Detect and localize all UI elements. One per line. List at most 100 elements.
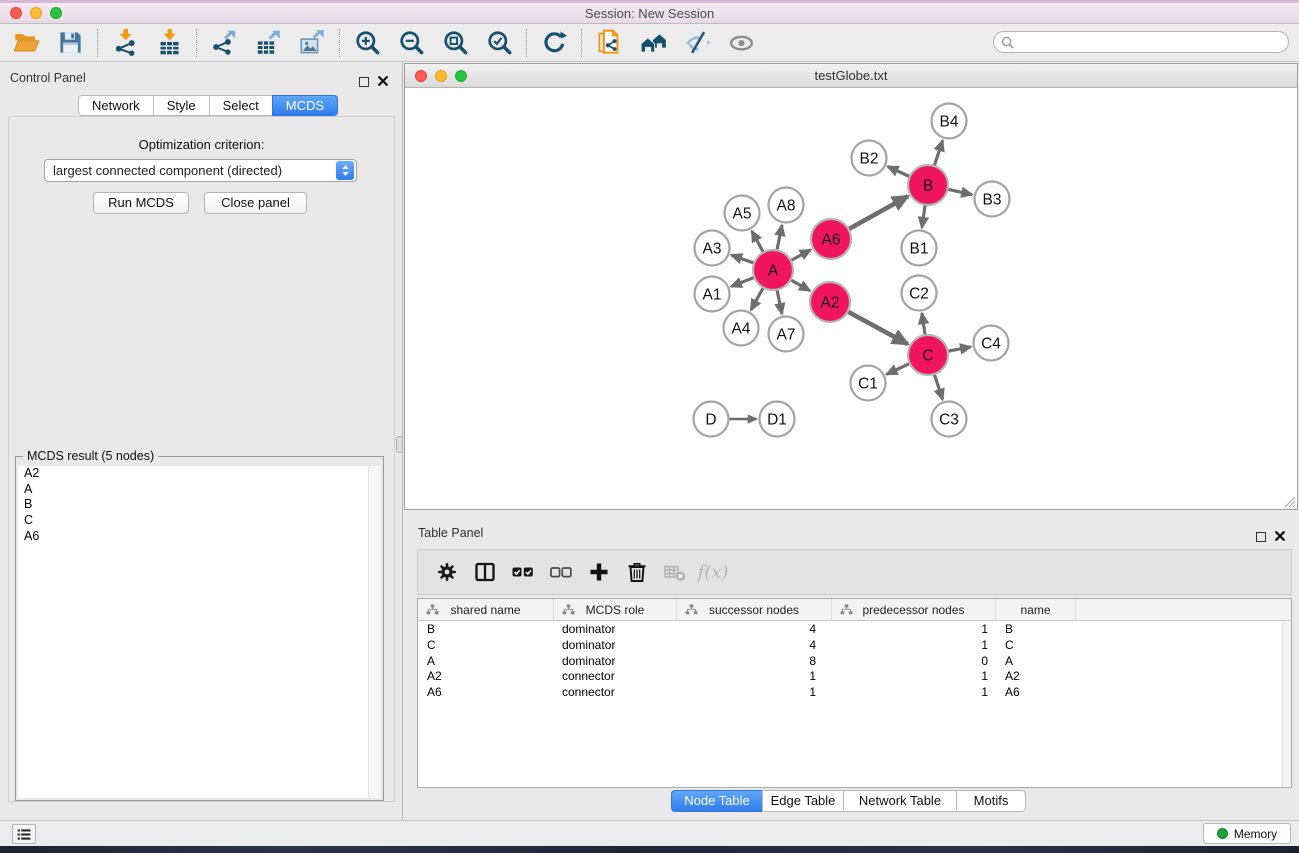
zoom-fit-button[interactable] <box>433 27 477 59</box>
table-cell[interactable]: connector <box>554 685 677 701</box>
zoom-in-button[interactable] <box>345 27 389 59</box>
delete-table-button[interactable] <box>656 555 694 589</box>
graph-edge-C-C1[interactable] <box>887 363 912 375</box>
table-row[interactable]: A6connector11A6 <box>418 685 1291 701</box>
table-cell[interactable]: 8 <box>677 654 832 670</box>
tab-select[interactable]: Select <box>209 95 273 116</box>
graph-edge-B-B1[interactable] <box>922 203 926 228</box>
graph-edge-A-A7[interactable] <box>777 288 782 314</box>
graph-edge-B-B3[interactable] <box>946 189 972 195</box>
tab-network[interactable]: Network <box>78 95 154 116</box>
graph-edge-A2-C[interactable] <box>846 311 908 344</box>
table-row[interactable]: Adominator80A <box>418 654 1291 670</box>
mcds-result-item[interactable]: B <box>18 497 381 513</box>
graph-edge-A-A1[interactable] <box>731 277 756 287</box>
panel-divider-grip-vertical[interactable] <box>396 436 403 453</box>
zoom-selected-button[interactable] <box>477 27 521 59</box>
table-cell[interactable]: 4 <box>677 622 832 638</box>
graph-edge-A-A6[interactable] <box>789 250 811 262</box>
table-cell[interactable]: A2 <box>418 669 554 685</box>
table-cell[interactable]: 1 <box>832 669 996 685</box>
graph-edge-A-A8[interactable] <box>777 225 782 252</box>
open-session-button[interactable] <box>4 27 48 59</box>
table-cell[interactable]: A6 <box>996 685 1076 701</box>
table-settings-button[interactable] <box>428 555 466 589</box>
table-cell[interactable]: dominator <box>554 638 677 654</box>
column-header-name[interactable]: name <box>996 599 1076 621</box>
table-cell[interactable]: dominator <box>554 654 677 670</box>
export-network-button[interactable] <box>202 27 246 59</box>
table-cell[interactable]: 1 <box>832 685 996 701</box>
table-cell[interactable]: dominator <box>554 622 677 638</box>
tab-network-table[interactable]: Network Table <box>843 790 957 812</box>
close-panel-button[interactable]: Close panel <box>204 192 307 214</box>
table-cell[interactable]: A6 <box>418 685 554 701</box>
zoom-out-button[interactable] <box>389 27 433 59</box>
column-header-mcds-role[interactable]: MCDS role <box>554 599 677 621</box>
tab-node-table[interactable]: Node Table <box>671 790 763 812</box>
search-input[interactable] <box>1014 35 1264 49</box>
table-cell[interactable]: 1 <box>677 685 832 701</box>
graph-edge-C-C3[interactable] <box>934 372 943 399</box>
table-cell[interactable]: A <box>996 654 1076 670</box>
save-session-button[interactable] <box>48 27 92 59</box>
show-task-history-button[interactable] <box>12 824 36 844</box>
table-cell[interactable]: B <box>996 622 1076 638</box>
add-column-button[interactable] <box>580 555 618 589</box>
result-scrollbar[interactable] <box>368 466 381 798</box>
table-cell[interactable]: 1 <box>832 638 996 654</box>
table-cell[interactable]: C <box>418 638 554 654</box>
home-button[interactable] <box>631 27 675 59</box>
hide-visual-properties-button[interactable] <box>675 27 719 59</box>
graph-edge-A-A3[interactable] <box>731 255 756 264</box>
tab-edge-table[interactable]: Edge Table <box>762 790 844 812</box>
graph-edge-A-A2[interactable] <box>789 279 810 291</box>
graph-edge-A-A5[interactable] <box>752 231 765 254</box>
tab-mcds[interactable]: MCDS <box>272 95 338 116</box>
graph-edge-C-C4[interactable] <box>946 347 971 352</box>
mcds-result-item[interactable]: A2 <box>18 466 381 482</box>
table-cell[interactable]: connector <box>554 669 677 685</box>
mcds-result-item[interactable]: A <box>18 482 381 498</box>
memory-button[interactable]: Memory <box>1203 823 1291 844</box>
close-panel-icon[interactable] <box>378 73 388 91</box>
function-builder-button[interactable]: f(x) <box>694 555 732 589</box>
select-all-button[interactable] <box>504 555 542 589</box>
tab-style[interactable]: Style <box>153 95 210 116</box>
close-table-panel-icon[interactable] <box>1275 528 1285 546</box>
table-scrollbar[interactable] <box>1282 622 1291 787</box>
export-image-button[interactable] <box>290 27 334 59</box>
table-cell[interactable]: 4 <box>677 638 832 654</box>
graph-edge-B-B4[interactable] <box>934 140 943 167</box>
table-cell[interactable]: A2 <box>996 669 1076 685</box>
tab-motifs[interactable]: Motifs <box>956 790 1026 812</box>
graph-edge-A-A4[interactable] <box>751 286 764 310</box>
table-cell[interactable]: 1 <box>832 622 996 638</box>
graph-edge-C-C2[interactable] <box>922 313 925 337</box>
column-header-successor-nodes[interactable]: successor nodes <box>677 599 832 621</box>
graph-edge-B-B2[interactable] <box>888 167 912 178</box>
table-row[interactable]: Cdominator41C <box>418 638 1291 654</box>
refresh-layout-button[interactable] <box>532 27 576 59</box>
import-network-button[interactable] <box>103 27 147 59</box>
export-table-button[interactable] <box>246 27 290 59</box>
table-cell[interactable]: 1 <box>677 669 832 685</box>
mcds-result-item[interactable]: A6 <box>18 529 381 545</box>
table-cell[interactable]: C <box>996 638 1076 654</box>
float-table-panel-icon[interactable] <box>1256 532 1266 542</box>
table-row[interactable]: Bdominator41B <box>418 622 1291 638</box>
split-table-button[interactable] <box>466 555 504 589</box>
table-cell[interactable]: A <box>418 654 554 670</box>
float-panel-icon[interactable] <box>359 77 369 87</box>
table-row[interactable]: A2connector11A2 <box>418 669 1291 685</box>
column-header-shared-name[interactable]: shared name <box>418 599 554 621</box>
search-field[interactable] <box>993 31 1289 53</box>
column-header-predecessor-nodes[interactable]: predecessor nodes <box>832 599 996 621</box>
show-preview-button[interactable] <box>719 27 763 59</box>
table-cell[interactable]: 0 <box>832 654 996 670</box>
run-mcds-button[interactable]: Run MCDS <box>93 192 189 214</box>
graph-edge-A6-B[interactable] <box>847 196 908 230</box>
window-resize-grip[interactable] <box>1282 494 1296 508</box>
mcds-result-item[interactable]: C <box>18 513 381 529</box>
new-network-from-selection-button[interactable] <box>587 27 631 59</box>
